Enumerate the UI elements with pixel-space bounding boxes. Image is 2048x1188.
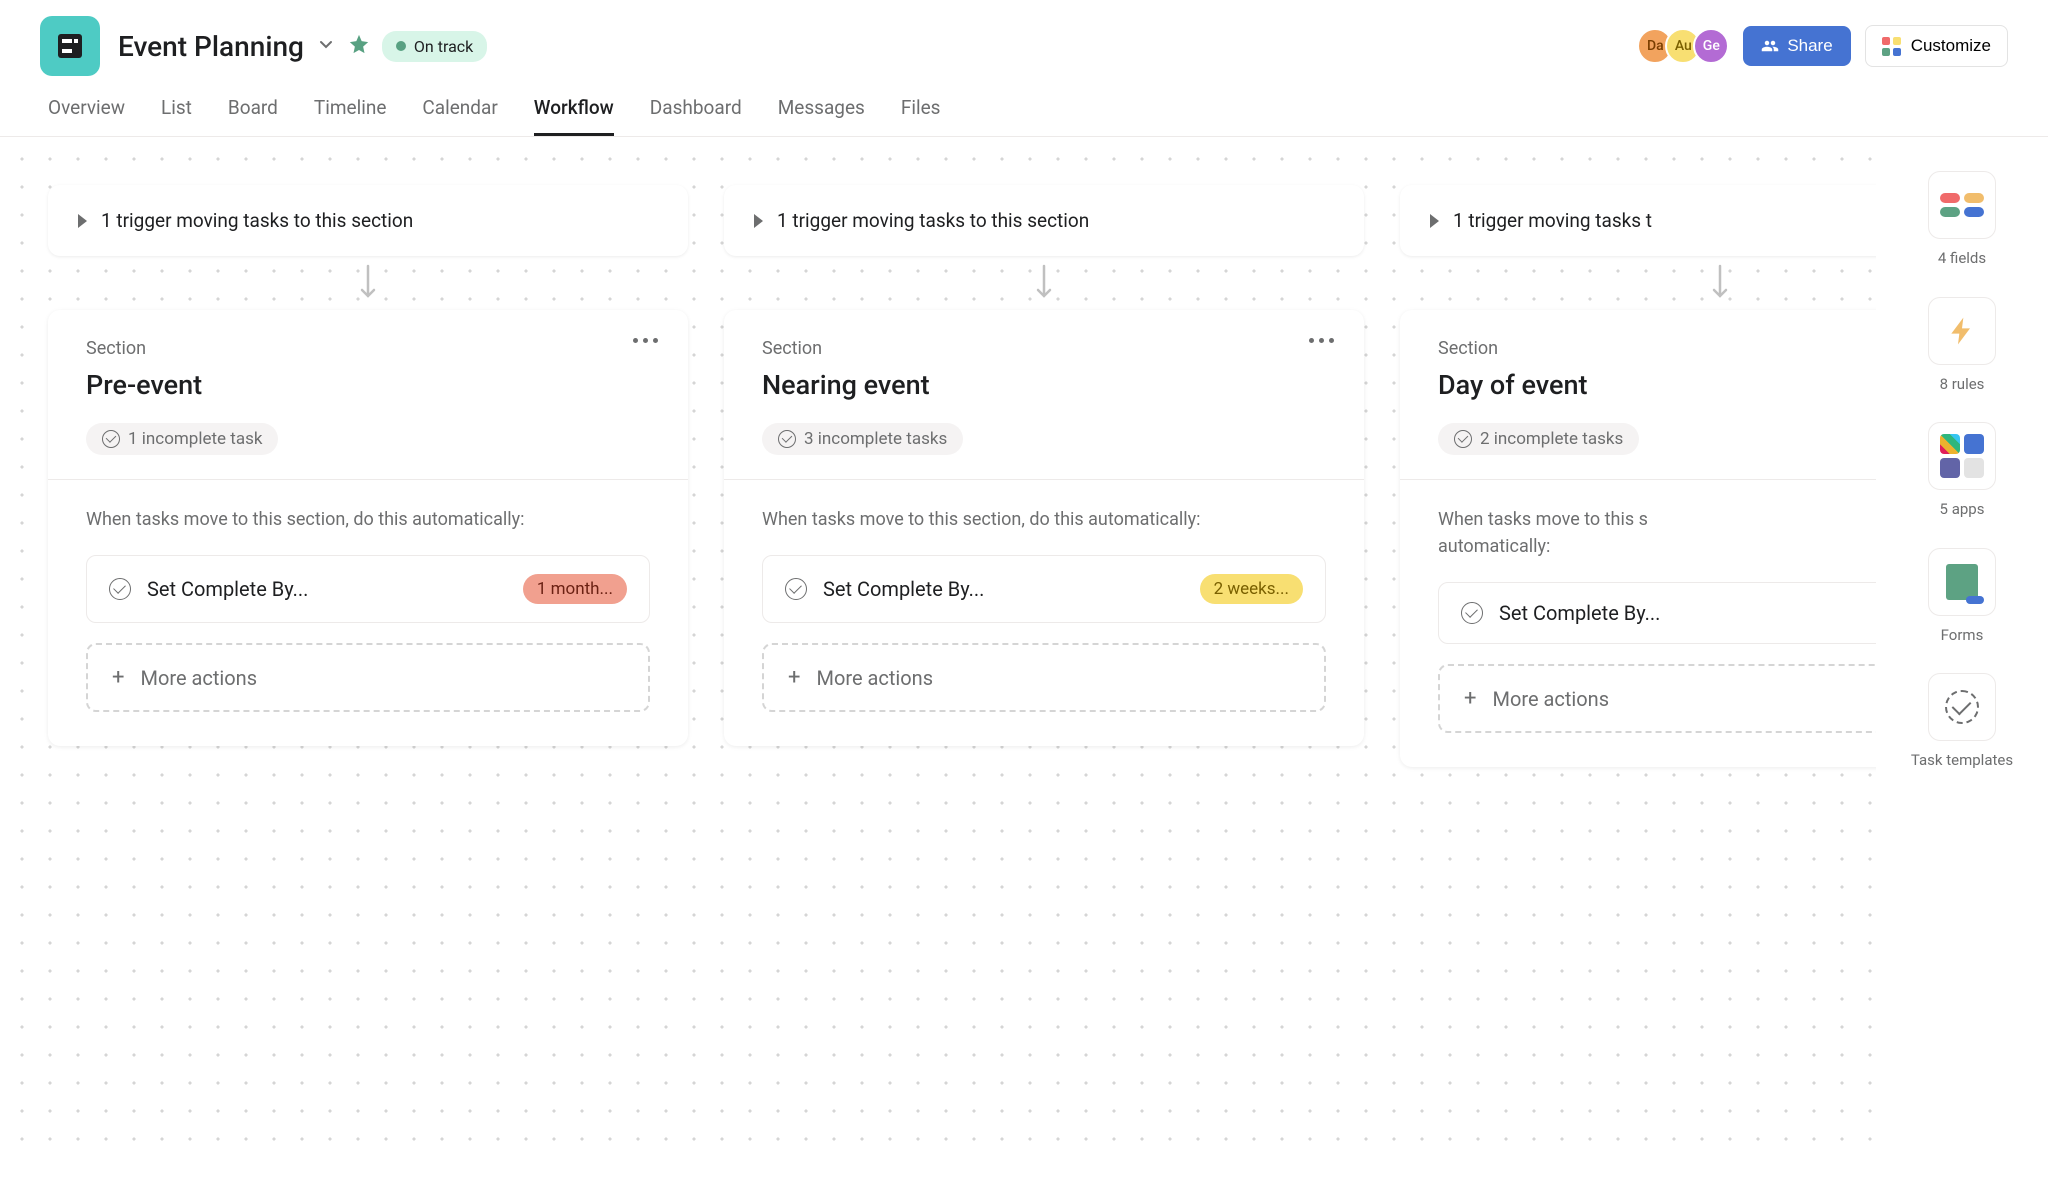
bolt-icon [1946, 315, 1978, 347]
more-actions-button[interactable]: + More actions [86, 643, 650, 712]
automation-label: When tasks move to this sautomatically: [1438, 506, 1876, 560]
section-card: Section Nearing event 3 incomplete tasks… [724, 310, 1364, 746]
sidebar-forms[interactable]: Forms [1928, 548, 1996, 646]
automation-label: When tasks move to this section, do this… [86, 506, 650, 533]
status-pill[interactable]: On track [382, 31, 487, 62]
check-circle-icon [785, 578, 807, 600]
section-card: Section Day of event 2 incomplete tasks … [1400, 310, 1876, 767]
rule-text: Set Complete By... [1499, 601, 1876, 625]
tab-dashboard[interactable]: Dashboard [650, 96, 742, 136]
trigger-card[interactable]: 1 trigger moving tasks t [1400, 185, 1876, 256]
trigger-card[interactable]: 1 trigger moving tasks to this section [724, 185, 1364, 256]
arrow-down-icon [356, 264, 380, 302]
incomplete-tasks-pill[interactable]: 3 incomplete tasks [762, 423, 963, 455]
automation-label: When tasks move to this section, do this… [762, 506, 1326, 533]
tab-board[interactable]: Board [228, 96, 278, 136]
check-circle-icon [109, 578, 131, 600]
status-text: On track [414, 37, 473, 56]
sidebar-apps[interactable]: 5 apps [1928, 422, 1996, 520]
tab-messages[interactable]: Messages [778, 96, 865, 136]
rule-badge: 2 weeks... [1200, 574, 1303, 604]
rule-text: Set Complete By... [823, 577, 1184, 601]
star-icon[interactable] [348, 33, 370, 59]
rule-card[interactable]: Set Complete By... 2 weeks... [762, 555, 1326, 623]
chevron-down-icon[interactable] [316, 34, 336, 58]
section-card: Section Pre-event 1 incomplete task When… [48, 310, 688, 746]
section-label: Section [86, 338, 650, 359]
arrow-down-icon [1708, 264, 1732, 302]
status-dot-icon [396, 41, 406, 51]
fields-icon [1940, 193, 1984, 217]
more-icon[interactable] [633, 338, 658, 343]
tab-list[interactable]: List [161, 96, 192, 136]
arrow-down-icon [1032, 264, 1056, 302]
section-name[interactable]: Day of event [1438, 369, 1876, 401]
sidebar-fields[interactable]: 4 fields [1928, 171, 1996, 269]
check-circle-icon [102, 430, 120, 448]
customize-label: Customize [1911, 36, 1991, 56]
section-label: Section [762, 338, 1326, 359]
trigger-card[interactable]: 1 trigger moving tasks to this section [48, 185, 688, 256]
tab-files[interactable]: Files [901, 96, 941, 136]
triangle-right-icon [754, 214, 763, 228]
customize-button[interactable]: Customize [1865, 25, 2008, 67]
project-title[interactable]: Event Planning [118, 30, 304, 63]
plus-icon: + [788, 665, 800, 690]
tab-timeline[interactable]: Timeline [314, 96, 387, 136]
avatar[interactable]: Ge [1693, 28, 1729, 64]
trigger-text: 1 trigger moving tasks t [1453, 209, 1652, 232]
rule-card[interactable]: Set Complete By... [1438, 582, 1876, 644]
trigger-text: 1 trigger moving tasks to this section [777, 209, 1089, 232]
section-name[interactable]: Pre-event [86, 369, 650, 401]
check-circle-icon [1454, 430, 1472, 448]
customize-icon [1882, 37, 1901, 56]
more-actions-button[interactable]: + More actions [1438, 664, 1876, 733]
rule-badge: 1 month... [523, 574, 627, 604]
incomplete-tasks-pill[interactable]: 1 incomplete task [86, 423, 278, 455]
share-label: Share [1787, 36, 1832, 56]
plus-icon: + [112, 665, 124, 690]
more-icon[interactable] [1309, 338, 1334, 343]
avatar-stack[interactable]: Da Au Ge [1637, 28, 1729, 64]
check-circle-icon [1461, 602, 1483, 624]
section-label: Section [1438, 338, 1876, 359]
check-circle-icon [778, 430, 796, 448]
triangle-right-icon [78, 214, 87, 228]
customize-sidebar: 4 fields 8 rules 5 apps Forms Task templ… [1876, 137, 2048, 1153]
rule-card[interactable]: Set Complete By... 1 month... [86, 555, 650, 623]
section-name[interactable]: Nearing event [762, 369, 1326, 401]
incomplete-tasks-pill[interactable]: 2 incomplete tasks [1438, 423, 1639, 455]
share-button[interactable]: Share [1743, 26, 1850, 66]
apps-icon [1940, 434, 1984, 478]
rule-text: Set Complete By... [147, 577, 507, 601]
project-icon[interactable] [40, 16, 100, 76]
triangle-right-icon [1430, 214, 1439, 228]
more-actions-button[interactable]: + More actions [762, 643, 1326, 712]
forms-icon [1946, 564, 1978, 600]
sidebar-task-templates[interactable]: Task templates [1911, 673, 2013, 771]
tab-calendar[interactable]: Calendar [422, 96, 497, 136]
tabs: Overview List Board Timeline Calendar Workflo… [0, 76, 2048, 137]
plus-icon: + [1464, 686, 1476, 711]
check-circle-dashed-icon [1945, 690, 1979, 724]
tab-overview[interactable]: Overview [48, 96, 125, 136]
people-icon [1761, 37, 1779, 55]
tab-workflow[interactable]: Workflow [534, 96, 614, 136]
sidebar-rules[interactable]: 8 rules [1928, 297, 1996, 395]
trigger-text: 1 trigger moving tasks to this section [101, 209, 413, 232]
